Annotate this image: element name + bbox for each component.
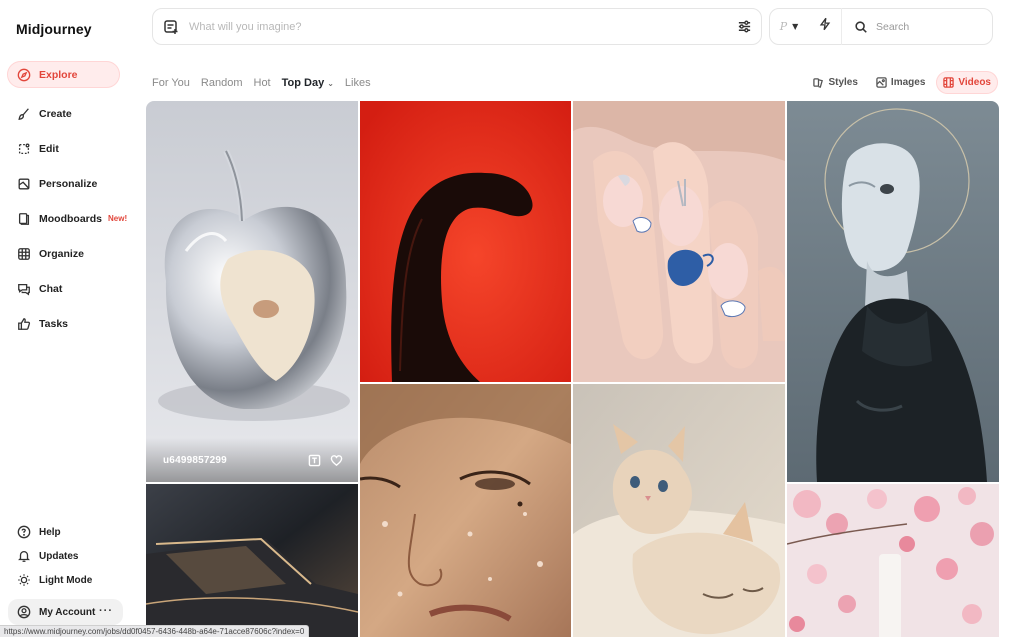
sidebar-item-light-mode[interactable]: Light Mode: [0, 568, 140, 592]
brush-icon: [17, 107, 31, 121]
styles-filter-button[interactable]: Styles: [806, 71, 864, 94]
tab-random[interactable]: Random: [201, 77, 243, 89]
app-logo[interactable]: Midjourney: [16, 21, 92, 37]
account-menu-icon[interactable]: ···: [99, 605, 113, 617]
image-tile-red-snake[interactable]: [360, 101, 571, 382]
videos-label: Videos: [958, 77, 991, 88]
sidebar: Midjourney Explore Create Edit Personali…: [0, 0, 140, 637]
explore-grid: u6499857299: [146, 101, 999, 637]
personalize-icon: [17, 177, 31, 191]
sidebar-item-create[interactable]: Create: [0, 96, 140, 131]
chrome-apple-image: [146, 101, 358, 482]
compass-icon: [17, 68, 31, 82]
sidebar-item-personalize[interactable]: Personalize: [0, 166, 140, 201]
tab-likes[interactable]: Likes: [345, 77, 371, 89]
search-field[interactable]: Search: [842, 20, 992, 34]
images-filter-button[interactable]: Images: [869, 71, 932, 94]
sidebar-item-moodboards[interactable]: Moodboards New!: [0, 201, 140, 236]
cherry-blossoms-image: [787, 484, 999, 637]
tile-username[interactable]: u6499857299: [163, 455, 227, 466]
image-tile-alien-portrait[interactable]: [787, 101, 999, 482]
tile-actions: [299, 454, 343, 467]
search-icon: [855, 20, 867, 33]
heart-icon[interactable]: [330, 454, 343, 467]
sidebar-item-updates[interactable]: Updates: [0, 544, 140, 568]
sidebar-item-edit[interactable]: Edit: [0, 131, 140, 166]
sidebar-item-label: Light Mode: [39, 574, 93, 586]
sidebar-item-label: Explore: [39, 68, 78, 81]
grid-icon: [17, 247, 31, 261]
sidebar-item-chat[interactable]: Chat: [0, 271, 140, 306]
sun-icon: [17, 573, 31, 587]
personalization-select[interactable]: P ▼: [770, 20, 808, 33]
my-account-button[interactable]: My Account ···: [8, 599, 123, 625]
sidebar-item-label: Help: [39, 526, 61, 538]
moodboard-icon: [17, 212, 31, 226]
image-tile-chrome-apple[interactable]: u6499857299: [146, 101, 358, 482]
teapot-nails-image: [573, 101, 785, 382]
bell-icon: [17, 549, 31, 563]
settings-sliders-icon[interactable]: [727, 19, 761, 34]
feed-tabs: For You Random Hot Top Day ⌄ Likes: [152, 74, 382, 92]
bolt-icon: [818, 17, 832, 36]
sidebar-item-label: Organize: [39, 247, 84, 260]
tab-for-you[interactable]: For You: [152, 77, 190, 89]
kittens-image: [573, 384, 785, 637]
vintage-car-image: [146, 484, 358, 637]
sidebar-item-label: Chat: [39, 282, 63, 295]
sidebar-item-help[interactable]: Help: [0, 520, 140, 544]
videos-filter-button[interactable]: Videos: [936, 71, 998, 94]
control-bar: P ▼ Search: [769, 8, 993, 45]
edit-icon: [17, 142, 31, 156]
search-placeholder: Search: [876, 20, 910, 33]
bottom-nav: Help Updates Light Mode: [0, 520, 140, 592]
personalization-label: P: [779, 20, 788, 33]
red-snake-image: [360, 101, 571, 382]
sidebar-item-label: Personalize: [39, 177, 98, 190]
images-icon: [876, 77, 887, 88]
styles-icon: [813, 78, 824, 88]
new-badge: New!: [108, 214, 128, 223]
tab-top-day[interactable]: Top Day ⌄: [282, 77, 334, 89]
prompt-input[interactable]: [189, 20, 727, 33]
image-tile-face-droplets[interactable]: [360, 384, 571, 637]
sidebar-item-label: Moodboards: [39, 212, 102, 225]
prompt-bar: [152, 8, 762, 45]
tab-hot[interactable]: Hot: [254, 77, 271, 89]
sidebar-item-label: Updates: [39, 550, 79, 562]
sidebar-item-organize[interactable]: Organize: [0, 236, 140, 271]
image-tile-teapot-nails[interactable]: [573, 101, 785, 382]
videos-icon: [943, 77, 955, 88]
image-tile-kittens[interactable]: [573, 384, 785, 637]
chevron-down-icon: ▼: [792, 22, 799, 31]
images-label: Images: [890, 77, 926, 88]
chevron-down-icon: ⌄: [327, 79, 334, 88]
chat-icon: [17, 282, 31, 296]
sidebar-item-label: Create: [39, 107, 72, 120]
sidebar-item-tasks[interactable]: Tasks: [0, 306, 140, 341]
media-type-filter: Styles Images Videos: [802, 71, 998, 94]
speed-toggle[interactable]: [808, 8, 842, 45]
image-tile-vintage-car[interactable]: [146, 484, 358, 637]
thumbs-up-icon: [17, 317, 31, 331]
user-icon: [17, 605, 31, 619]
sidebar-item-explore[interactable]: Explore: [7, 61, 120, 88]
sidebar-item-label: Tasks: [39, 317, 68, 330]
help-icon: [17, 525, 31, 539]
add-image-icon[interactable]: [153, 19, 189, 35]
image-tile-cherry-blossoms[interactable]: [787, 484, 999, 637]
use-prompt-icon[interactable]: [308, 454, 321, 467]
account-label: My Account: [39, 606, 96, 618]
face-droplets-image: [360, 384, 571, 637]
main-nav: Explore Create Edit Personalize Moodboar…: [0, 61, 140, 341]
alien-portrait-image: [787, 101, 999, 482]
link-preview-status-bar: https://www.midjourney.com/jobs/dd0f0457…: [0, 625, 310, 637]
sidebar-item-label: Edit: [39, 142, 59, 155]
tab-label: Top Day: [281, 77, 325, 89]
styles-label: Styles: [828, 77, 858, 88]
